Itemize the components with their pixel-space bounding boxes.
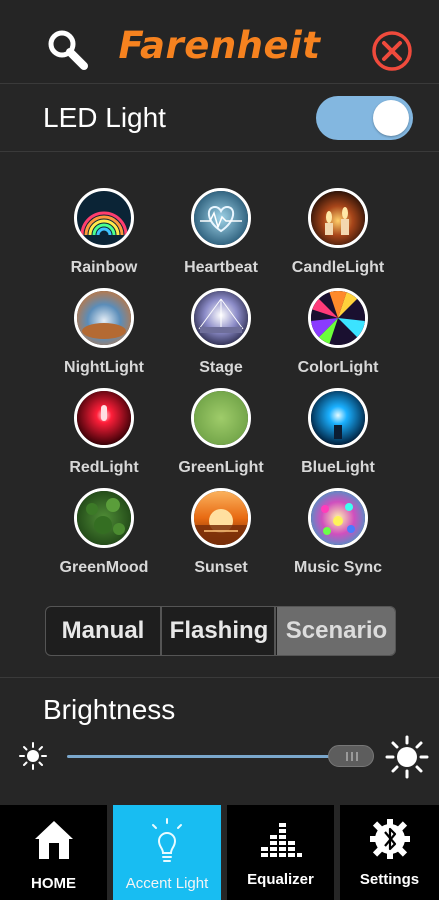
scene-label: CandleLight — [291, 259, 385, 276]
colorlight-icon — [308, 288, 368, 348]
bluelight-icon — [308, 388, 368, 448]
greenmood-icon — [74, 488, 134, 548]
nav-accent-light[interactable]: Accent Light — [113, 805, 221, 900]
scene-heartbeat[interactable]: Heartbeat — [161, 185, 281, 285]
scene-bluelight[interactable]: BlueLight — [278, 385, 398, 485]
equalizer-icon — [259, 817, 303, 870]
scene-label: Music Sync — [293, 559, 383, 576]
music-sync-icon — [308, 488, 368, 548]
nav-label: Settings — [359, 871, 420, 888]
mode-flashing[interactable]: Flashing — [164, 607, 276, 655]
sun-small-icon — [18, 741, 48, 771]
brightness-slider-handle[interactable] — [328, 745, 374, 767]
close-icon[interactable] — [370, 29, 414, 73]
home-icon — [32, 817, 76, 868]
scene-redlight[interactable]: RedLight — [44, 385, 164, 485]
scene-greenmood[interactable]: GreenMood — [44, 485, 164, 585]
scene-label: ColorLight — [297, 359, 379, 376]
nav-settings[interactable]: Settings — [340, 805, 439, 900]
scene-music-sync[interactable]: Music Sync — [278, 485, 398, 585]
scene-rainbow[interactable]: Rainbow — [44, 185, 164, 285]
bottom-navigation: HOME Accent Light Equalizer Settings — [0, 805, 439, 900]
sun-large-icon — [385, 735, 429, 779]
app-header: Farenheit — [0, 0, 439, 84]
mode-scenario[interactable]: Scenario — [277, 607, 395, 655]
nav-label: HOME — [31, 875, 76, 892]
nav-label: Equalizer — [247, 871, 314, 888]
led-light-label: LED Light — [43, 102, 166, 133]
toggle-knob — [373, 100, 409, 136]
brightness-label: Brightness — [43, 694, 176, 725]
heartbeat-icon — [191, 188, 251, 248]
bluetooth-gear-icon — [368, 817, 412, 868]
scene-sunset[interactable]: Sunset — [161, 485, 281, 585]
candle-icon — [308, 188, 368, 248]
bulb-icon — [147, 817, 187, 872]
mode-segmented-control: Manual Flashing Scenario — [45, 606, 396, 656]
stage-icon — [191, 288, 251, 348]
nav-equalizer[interactable]: Equalizer — [227, 805, 334, 900]
redlight-icon — [74, 388, 134, 448]
greenlight-icon — [191, 388, 251, 448]
scene-colorlight[interactable]: ColorLight — [278, 285, 398, 385]
mode-manual[interactable]: Manual — [46, 607, 162, 655]
brightness-track[interactable] — [67, 755, 367, 758]
divider — [0, 677, 439, 678]
sunset-icon — [191, 488, 251, 548]
nav-label: Accent Light — [125, 875, 209, 892]
scene-nightlight[interactable]: NightLight — [44, 285, 164, 385]
scene-candlelight[interactable]: CandleLight — [278, 185, 398, 285]
nav-home[interactable]: HOME — [0, 805, 107, 900]
scene-stage[interactable]: Stage — [161, 285, 281, 385]
rainbow-icon — [74, 188, 134, 248]
scene-label: BlueLight — [301, 459, 375, 476]
led-light-toggle[interactable] — [316, 96, 413, 140]
nightlight-icon — [74, 288, 134, 348]
scene-greenlight[interactable]: GreenLight — [161, 385, 281, 485]
